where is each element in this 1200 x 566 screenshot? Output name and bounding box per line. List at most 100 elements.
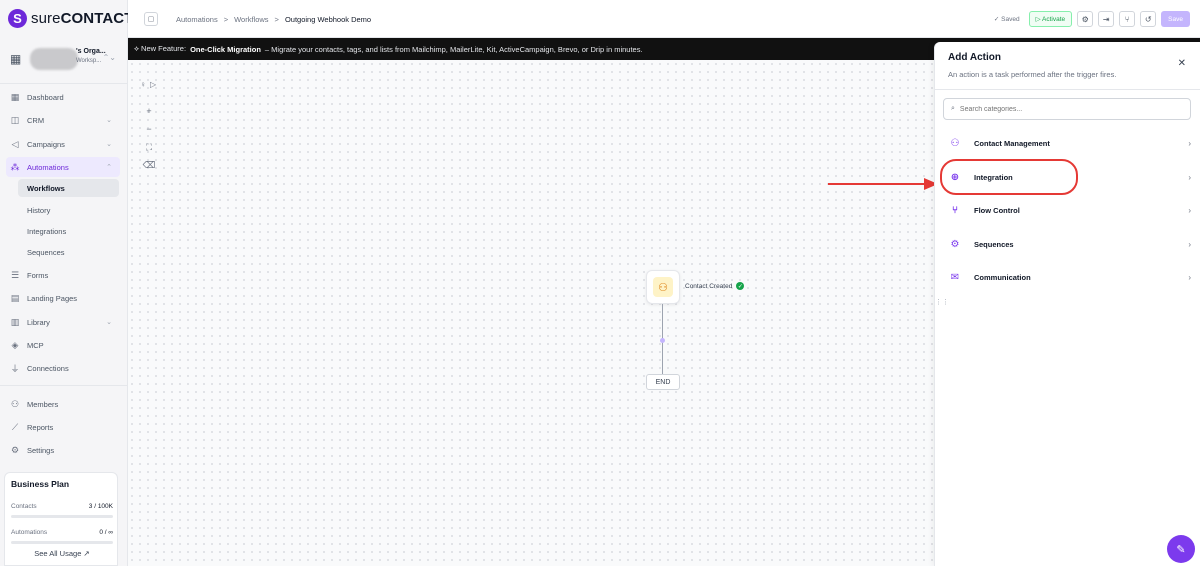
- nav-dashboard[interactable]: ▦ Dashboard: [6, 87, 120, 107]
- plan-automations-row: Automations 0 / ∞: [11, 529, 113, 536]
- plan-usage-card: Business Plan Contacts 3 / 100K Automatio…: [4, 472, 118, 566]
- category-communication[interactable]: ✉ Communication ›: [943, 264, 1195, 290]
- divider: [935, 89, 1200, 90]
- category-search[interactable]: ⌕: [943, 98, 1191, 120]
- sidebar-icon[interactable]: ▷: [150, 80, 156, 89]
- close-icon[interactable]: ✕: [1178, 58, 1186, 69]
- mcp-icon: ◈: [11, 339, 19, 350]
- search-input[interactable]: [959, 105, 1160, 113]
- nav-members[interactable]: ⚇ Members: [6, 394, 120, 414]
- library-icon: ▥: [10, 316, 20, 327]
- trigger-node-label: Contact Created ✓: [685, 282, 745, 290]
- nav-connections[interactable]: ⏚ Connections: [6, 358, 120, 378]
- category-sequences[interactable]: ⚙ Sequences ›: [943, 231, 1195, 257]
- chevron-down-icon: ⌄: [106, 117, 112, 124]
- zoom-out-icon[interactable]: −: [146, 122, 151, 136]
- fit-view-icon[interactable]: ⛶: [146, 140, 152, 154]
- banner-text: – Migrate your contacts, tags, and lists…: [264, 44, 643, 54]
- canvas-tools: ♀ ▷: [140, 80, 156, 89]
- sidebar-toggle-icon[interactable]: ▢: [144, 12, 158, 26]
- nav-sequences[interactable]: Sequences: [18, 243, 119, 261]
- drawer-title: Add Action: [948, 52, 1001, 63]
- nav-mcp[interactable]: ◈ MCP: [6, 335, 120, 355]
- divider: [0, 385, 128, 386]
- breadcrumb-automations[interactable]: Automations: [176, 15, 218, 24]
- drawer-subtitle: An action is a task performed after the …: [948, 70, 1117, 79]
- nav-automations[interactable]: ⁂ Automations ⌃: [6, 157, 120, 177]
- chevron-right-icon: ›: [1188, 205, 1191, 215]
- chevron-down-icon: ⌄: [106, 141, 112, 148]
- nav-forms[interactable]: ☰ Forms: [6, 265, 120, 285]
- eraser-icon[interactable]: ⌫: [143, 158, 156, 172]
- see-all-usage-link[interactable]: See All Usage ↗: [5, 549, 119, 558]
- settings-gear-icon[interactable]: ⚙: [1077, 11, 1094, 27]
- breadcrumb-separator: >: [223, 15, 229, 24]
- branch-icon[interactable]: ⑂: [1119, 11, 1136, 27]
- save-button[interactable]: Save: [1161, 11, 1190, 27]
- annotation-highlight-circle: [940, 159, 1078, 195]
- activate-button[interactable]: ▷ Activate: [1028, 11, 1073, 27]
- dashboard-icon: ▦: [10, 91, 20, 102]
- automations-progress-bar: [11, 541, 113, 544]
- add-step-handle[interactable]: [660, 338, 665, 343]
- saved-status: ✓ Saved: [993, 16, 1020, 23]
- breadcrumb-workflows[interactable]: Workflows: [234, 15, 268, 24]
- end-node: END: [646, 374, 680, 390]
- nav-reports[interactable]: ⟋ Reports: [6, 417, 120, 437]
- megaphone-icon: ◁: [11, 138, 19, 149]
- zoom-in-icon[interactable]: +: [146, 104, 151, 118]
- nav-workflows[interactable]: Workflows: [18, 179, 119, 197]
- trigger-node[interactable]: ⚇: [646, 270, 680, 304]
- chevron-up-icon: ⌃: [106, 164, 112, 171]
- gear-icon: ⚙: [10, 444, 20, 455]
- nav-landing-pages[interactable]: ▤ Landing Pages: [6, 288, 120, 308]
- mail-icon: ✉: [950, 271, 960, 283]
- chat-support-icon[interactable]: ✎: [1167, 535, 1195, 563]
- search-icon: ⌕: [951, 105, 955, 112]
- zoom-controls: + − ⛶ ⌫: [140, 104, 158, 172]
- organization-switcher[interactable]: ▦ 's Orga... Worksp... ⌃⌄: [6, 44, 122, 74]
- org-name: 's Orga...: [76, 48, 106, 55]
- nav-campaigns[interactable]: ◁ Campaigns ⌄: [6, 134, 120, 154]
- add-action-drawer: Add Action ✕ An action is a task perform…: [934, 42, 1200, 566]
- nav-library[interactable]: ▥ Library ⌄: [6, 312, 120, 332]
- brand-mark-icon: S: [8, 8, 27, 28]
- nav-history[interactable]: History: [18, 201, 119, 219]
- layout-icon: ▤: [10, 292, 20, 303]
- gear-icon: ⚙: [950, 238, 960, 250]
- chart-icon: ⟋: [11, 421, 19, 432]
- category-contact-management[interactable]: ⚇ Contact Management ›: [943, 130, 1195, 156]
- breadcrumb-current: Outgoing Webhook Demo: [284, 15, 372, 24]
- resize-grip-icon[interactable]: ⋮⋮: [935, 298, 949, 306]
- category-flow-control[interactable]: ⑂ Flow Control ›: [943, 197, 1195, 223]
- brand-logo[interactable]: S sureCONTACT: [8, 8, 134, 28]
- history-icon[interactable]: ↺: [1140, 11, 1157, 27]
- divider: [0, 83, 128, 84]
- chevron-right-icon: ›: [1188, 239, 1191, 249]
- brand-name: sureCONTACT: [31, 9, 134, 27]
- forms-icon: ☰: [10, 269, 20, 280]
- banner-feature-name: One-Click Migration: [190, 44, 261, 54]
- plug-icon: ⏚: [10, 363, 20, 374]
- nav-settings[interactable]: ⚙ Settings: [6, 440, 120, 460]
- bulb-icon[interactable]: ♀: [140, 80, 146, 89]
- crm-icon: ◫: [10, 114, 20, 125]
- branch-icon: ⑂: [952, 204, 958, 216]
- nav-crm[interactable]: ◫ CRM ⌄: [6, 110, 120, 130]
- exit-icon[interactable]: ⇥: [1098, 11, 1115, 27]
- plan-contacts-row: Contacts 3 / 100K: [11, 503, 113, 510]
- workflow-canvas[interactable]: ♀ ▷ + − ⛶ ⌫ ⚇ Contact Created ✓ END: [128, 60, 938, 566]
- org-workspace: Worksp...: [76, 58, 102, 64]
- check-icon: ✓: [736, 282, 745, 290]
- chevron-right-icon: ›: [1188, 272, 1191, 282]
- banner-prefix: ⟡ New Feature:: [134, 44, 187, 53]
- nav-integrations[interactable]: Integrations: [18, 222, 119, 240]
- annotation-arrow-icon: [828, 178, 938, 190]
- top-bar: ▢ Automations > Workflows > Outgoing Web…: [128, 0, 1200, 38]
- chevron-right-icon: ›: [1188, 138, 1191, 148]
- toolbar-actions: ✓ Saved ▷ Activate ⚙ ⇥ ⑂ ↺ Save: [994, 11, 1190, 27]
- building-icon: ▦: [10, 52, 22, 66]
- users-icon: ⚇: [10, 398, 20, 409]
- automation-icon: ⁂: [10, 161, 20, 172]
- chevron-right-icon: ›: [1188, 172, 1191, 182]
